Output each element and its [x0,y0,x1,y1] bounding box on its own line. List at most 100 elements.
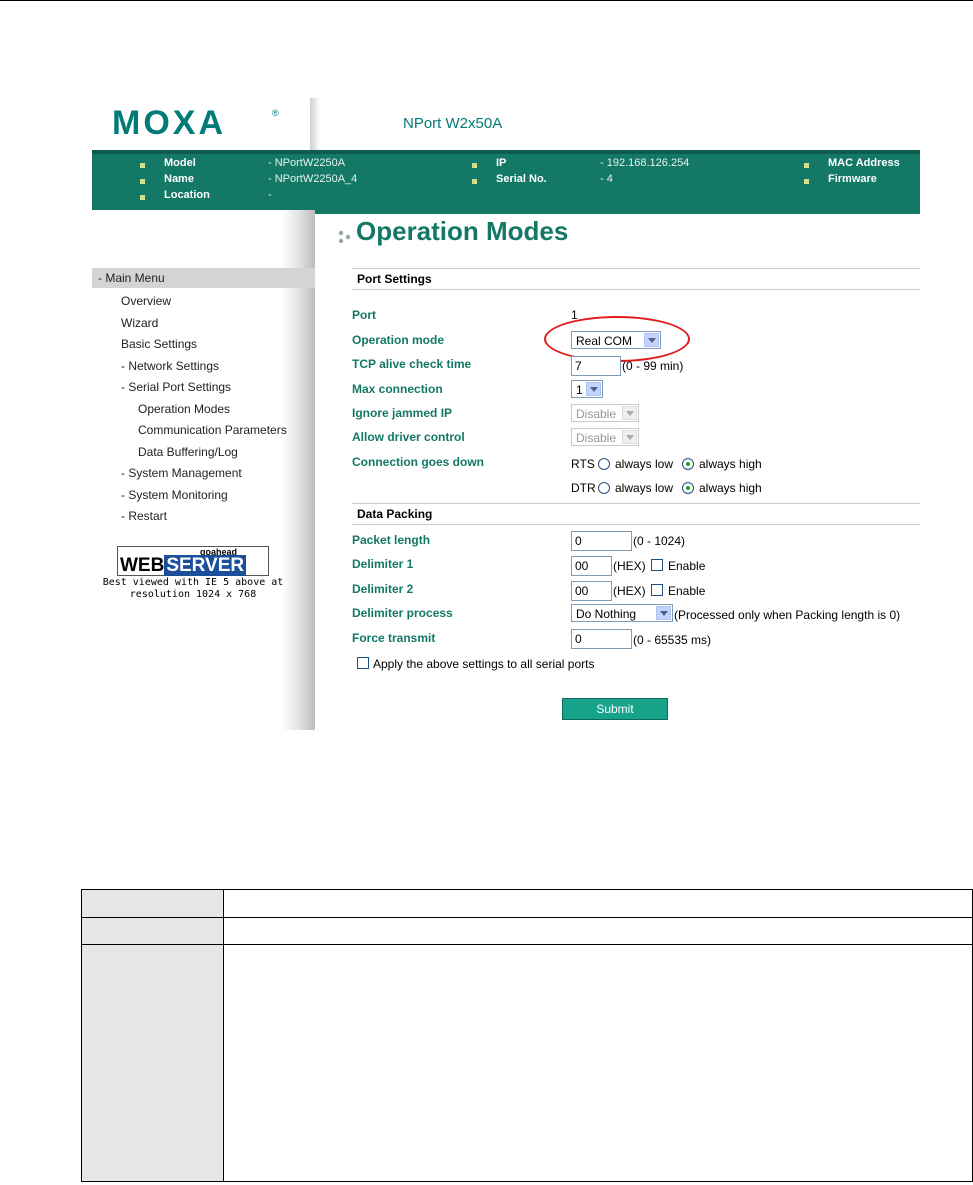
main-content: Operation Modes Port Settings Port 1 Ope… [338,210,920,730]
firmware-label: Firmware [828,173,877,185]
packet-length-input[interactable]: 0 [571,531,632,551]
force-transmit-label: Force transmit [352,631,436,645]
chevron-down-icon [586,382,601,396]
serial-value: - 4 [600,173,613,185]
best-viewed-line-1: Best viewed with IE 5 above at [102,577,284,588]
table-cell [223,944,973,1182]
ignore-jammed-ip-value: Disable [576,407,617,421]
location-value: - [268,189,272,201]
delimiter-2-hex: (HEX) [613,584,646,598]
delimiter-1-input[interactable]: 00 [571,556,612,576]
submit-button[interactable]: Submit [562,698,668,720]
registered-mark: ® [272,108,279,118]
table-cell [223,889,973,918]
ip-label: IP [496,157,507,169]
sidebar: - Main Menu Overview Wizard Basic Settin… [92,210,315,730]
bullet-icon [140,195,145,200]
web-console-screenshot: MOXA ® NPort W2x50A Model - NPortW2250A … [92,98,920,730]
delimiter-2-input[interactable]: 00 [571,581,612,601]
operation-mode-label: Operation mode [352,333,445,347]
name-value: - NPortW2250A_4 [268,173,358,185]
menu-restart[interactable]: - Restart [121,509,167,523]
page-title: Operation Modes [356,216,569,246]
menu-basic-settings[interactable]: Basic Settings [121,337,197,351]
allow-driver-control-value: Disable [576,431,617,445]
table-cell [81,889,224,918]
apply-all-checkbox[interactable] [357,657,369,669]
badge-server: SERVER [164,555,247,576]
page-top-rule [0,0,973,1]
dtr-always-low-label: always low [615,481,674,495]
bullet-icon [140,163,145,168]
delimiter-process-value: Do Nothing [576,607,637,621]
moxa-logo: MOXA [112,104,226,142]
menu-serial-port-settings[interactable]: - Serial Port Settings [121,380,231,394]
menu-network-settings[interactable]: - Network Settings [121,359,219,373]
delimiter-process-label: Delimiter process [352,606,453,620]
delimiter-process-select[interactable]: Do Nothing [571,604,673,622]
logo-divider [310,98,320,150]
title-dots-icon [338,230,351,244]
ignore-jammed-ip-label: Ignore jammed IP [352,406,453,420]
logo-area: MOXA ® [92,98,310,150]
dtr-always-high-radio[interactable] [682,482,694,494]
chevron-down-icon [656,606,671,620]
table-cell [223,917,973,945]
force-transmit-input[interactable]: 0 [571,629,632,649]
rts-always-high-label: always high [699,457,762,471]
delimiter-2-label: Delimiter 2 [352,582,414,596]
product-name: NPort W2x50A [403,115,503,132]
best-viewed-line-2: resolution 1024 x 768 [129,589,257,600]
allow-driver-control-label: Allow driver control [352,430,465,444]
table-row [81,944,973,1182]
menu-communication-parameters[interactable]: Communication Parameters [138,423,287,437]
dtr-always-low-radio[interactable] [598,482,610,494]
menu-operation-modes[interactable]: Operation Modes [138,402,230,416]
dtr-always-high-label: always high [699,481,762,495]
serial-label: Serial No. [496,173,547,185]
delimiter-1-enable-label: Enable [668,559,706,573]
allow-driver-control-select[interactable]: Disable [571,428,639,446]
rts-always-low-label: always low [615,457,674,471]
packet-length-hint: (0 - 1024) [633,534,686,548]
max-connection-select[interactable]: 1 [571,380,603,398]
rts-label: RTS [571,457,595,471]
connection-goes-down-label: Connection goes down [352,455,484,469]
delimiter-process-hint: (Processed only when Packing length is 0… [674,608,901,622]
rts-always-high-radio[interactable] [682,458,694,470]
ignore-jammed-ip-select[interactable]: Disable [571,404,639,422]
badge-web: WEB [120,555,165,576]
menu-data-buffering-log[interactable]: Data Buffering/Log [138,445,238,459]
dtr-label: DTR [571,481,596,495]
delimiter-1-enable-checkbox[interactable] [651,559,663,571]
delimiter-2-enable-label: Enable [668,584,706,598]
port-settings-header: Port Settings [352,268,920,290]
device-info-bar: Model - NPortW2250A Name - NPortW2250A_4… [92,150,920,214]
location-label: Location [164,189,210,201]
menu-wizard[interactable]: Wizard [121,316,158,330]
packet-length-label: Packet length [352,533,431,547]
tcp-alive-hint: (0 - 99 min) [622,359,684,373]
table-row [81,889,973,918]
document-table [81,889,973,1182]
tcp-alive-label: TCP alive check time [352,357,472,371]
data-packing-header: Data Packing [352,503,920,525]
mac-label: MAC Address [828,157,900,169]
bullet-icon [472,179,477,184]
badge-webserver-text: WEB SERVER [120,555,247,577]
main-menu-header[interactable]: - Main Menu [92,268,315,288]
tcp-alive-input[interactable]: 7 [571,356,621,376]
delimiter-2-enable-checkbox[interactable] [651,584,663,596]
max-connection-label: Max connection [352,382,443,396]
model-value: - NPortW2250A [268,157,346,169]
bullet-icon [804,163,809,168]
menu-system-monitoring[interactable]: - System Monitoring [121,488,228,502]
menu-overview[interactable]: Overview [121,294,171,308]
best-viewed-note: Best viewed with IE 5 above at resolutio… [98,577,288,601]
chevron-down-icon [622,406,637,420]
delimiter-1-label: Delimiter 1 [352,557,414,571]
delimiter-1-hex: (HEX) [613,559,646,573]
menu-system-management[interactable]: - System Management [121,466,242,480]
port-label: Port [352,308,376,322]
rts-always-low-radio[interactable] [598,458,610,470]
